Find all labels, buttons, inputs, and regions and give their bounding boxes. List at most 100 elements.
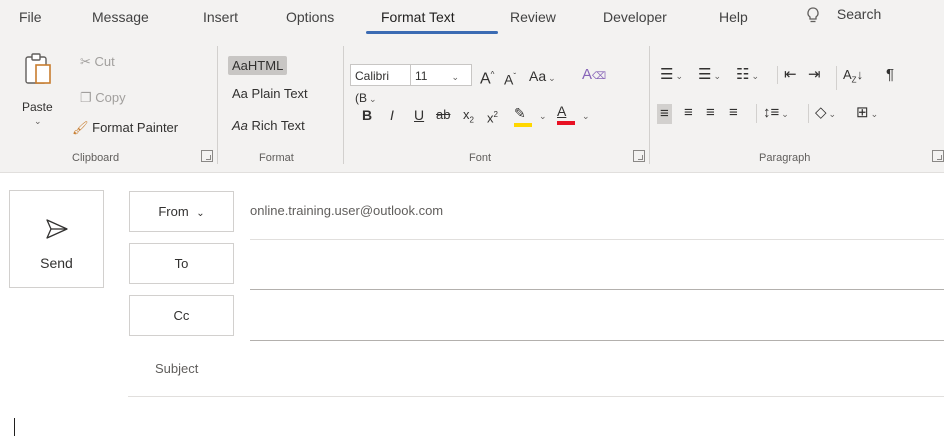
strikethrough-icon[interactable]: ab: [436, 106, 450, 124]
message-body[interactable]: [0, 398, 944, 443]
font-launcher-icon[interactable]: [633, 150, 645, 162]
cc-input[interactable]: [250, 296, 944, 338]
multilevel-list-icon[interactable]: ☷ ⌄: [736, 66, 759, 85]
from-divider: [250, 239, 944, 240]
search-box[interactable]: Search: [805, 6, 881, 24]
html-format-button[interactable]: AaHTML: [228, 56, 288, 75]
clear-formatting-icon[interactable]: A⌫: [582, 66, 606, 86]
font-size-dropdown[interactable]: 11 ⌄: [410, 64, 472, 86]
underline-icon[interactable]: U: [414, 106, 424, 124]
tab-review[interactable]: Review: [510, 9, 556, 25]
plain-text-label: Plain Text: [251, 86, 308, 101]
italic-icon[interactable]: I: [390, 106, 394, 124]
justify-icon[interactable]: ≡: [729, 104, 738, 122]
tab-options[interactable]: Options: [286, 9, 334, 25]
rich-text-label: Rich Text: [251, 118, 305, 133]
tab-developer[interactable]: Developer: [603, 9, 667, 25]
group-divider: [217, 46, 218, 164]
shrink-font-icon[interactable]: Aˇ: [504, 68, 516, 89]
format-painter-icon: 🖌: [72, 120, 89, 135]
font-group-label: Font: [469, 152, 492, 164]
active-tab-indicator: [366, 31, 498, 34]
tab-help[interactable]: Help: [719, 9, 748, 25]
subject-input[interactable]: [250, 350, 944, 390]
paste-label: Paste: [22, 100, 53, 114]
paste-icon: [25, 53, 51, 84]
paragraph-group-label: Paragraph: [759, 152, 811, 164]
send-icon: [46, 219, 68, 239]
borders-icon[interactable]: ⊞ ⌄: [856, 104, 878, 123]
copy-button[interactable]: ❐ Copy: [80, 90, 126, 106]
lightbulb-icon: [807, 7, 819, 23]
shading-icon[interactable]: ◇ ⌄: [808, 104, 836, 123]
increase-indent-icon[interactable]: ⇥: [808, 66, 821, 84]
line-spacing-icon[interactable]: ↕≡ ⌄: [756, 104, 789, 123]
cut-label: Cut: [94, 54, 115, 69]
cc-underline: [250, 340, 944, 341]
highlighter-icon: ✎: [514, 105, 526, 121]
from-button[interactable]: From ⌄: [129, 191, 234, 232]
paragraph-launcher-icon[interactable]: [932, 150, 944, 162]
html-label: HTML: [247, 58, 284, 73]
chevron-down-icon: ⌄: [196, 208, 205, 219]
tab-format-text[interactable]: Format Text: [381, 9, 455, 25]
cut-button[interactable]: ✂ Cut: [80, 54, 115, 70]
paste-chevron-icon: ⌄: [34, 116, 42, 126]
pilcrow-icon[interactable]: ¶: [886, 66, 894, 84]
plain-text-button[interactable]: Aa Plain Text: [228, 84, 312, 103]
tab-message[interactable]: Message: [92, 9, 149, 25]
numbering-icon[interactable]: ☰ ⌄: [698, 66, 721, 85]
to-underline: [250, 289, 944, 290]
clipboard-launcher-icon[interactable]: [201, 150, 213, 162]
search-label: Search: [836, 6, 882, 22]
chevron-down-icon[interactable]: ⌄: [580, 106, 590, 125]
font-color-icon: A: [557, 103, 567, 119]
ribbon: Paste ⌄ ✂ Cut ❐ Copy 🖌 Format Painter Cl…: [0, 36, 944, 173]
font-color-button[interactable]: A: [557, 102, 575, 125]
rich-text-button[interactable]: Aa Rich Text: [228, 116, 309, 135]
text-cursor: [14, 418, 15, 436]
html-prefix: Aa: [232, 58, 248, 73]
to-input[interactable]: [250, 246, 944, 288]
tab-insert[interactable]: Insert: [203, 9, 238, 25]
font-family-dropdown[interactable]: Calibri (B ⌄: [350, 64, 411, 105]
highlight-color-swatch: [514, 123, 532, 127]
sort-icon[interactable]: AZ↓: [836, 66, 863, 90]
align-center-icon[interactable]: ≡: [684, 104, 693, 122]
clipboard-group-label: Clipboard: [72, 152, 120, 164]
rich-prefix: Aa: [232, 118, 248, 133]
subscript-icon[interactable]: x2: [463, 106, 474, 130]
tab-file[interactable]: File: [19, 9, 42, 25]
format-group-label: Format: [259, 152, 294, 164]
paste-button[interactable]: Paste ⌄: [20, 52, 60, 134]
from-label: From: [158, 204, 189, 219]
send-button[interactable]: Send: [9, 190, 104, 288]
copy-label: Copy: [95, 90, 126, 105]
bold-icon[interactable]: B: [362, 106, 372, 124]
chevron-down-icon[interactable]: ⌄: [537, 106, 547, 125]
cc-button[interactable]: Cc: [129, 295, 234, 336]
format-painter-button[interactable]: 🖌 Format Painter: [72, 120, 178, 136]
group-divider: [343, 46, 344, 164]
plain-prefix: Aa: [232, 86, 248, 101]
cc-label: Cc: [173, 308, 190, 323]
align-right-icon[interactable]: ≡: [706, 104, 715, 122]
send-label: Send: [40, 255, 73, 271]
font-color-swatch: [557, 121, 575, 125]
highlight-color-button[interactable]: ✎: [514, 104, 532, 127]
to-button[interactable]: To: [129, 243, 234, 284]
grow-font-icon[interactable]: A^: [480, 66, 494, 88]
bullets-icon[interactable]: ☰ ⌄: [660, 66, 683, 85]
decrease-indent-icon[interactable]: ⇤: [777, 66, 797, 84]
chevron-down-icon: ⌄: [451, 72, 460, 82]
align-left-icon[interactable]: ≡: [657, 104, 672, 124]
to-label: To: [174, 256, 189, 271]
change-case-icon[interactable]: Aa ⌄: [529, 67, 556, 87]
scissors-icon: ✂: [80, 54, 91, 69]
copy-icon: ❐: [80, 90, 92, 105]
ribbon-tabs: File Message Insert Options Format Text …: [0, 0, 944, 36]
subject-divider: [128, 396, 944, 397]
from-email: online.training.user@outlook.com: [250, 203, 444, 218]
format-painter-label: Format Painter: [92, 120, 179, 135]
superscript-icon[interactable]: x2: [487, 106, 498, 127]
